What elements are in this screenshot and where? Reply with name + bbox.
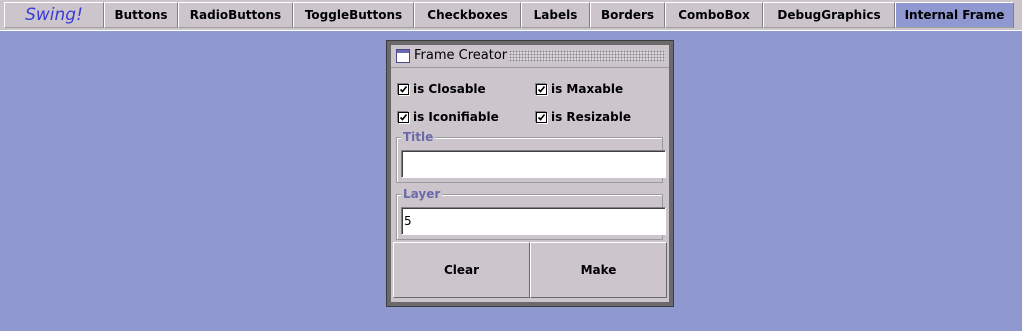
titlebar-grip	[509, 50, 665, 62]
tab-combobox[interactable]: ComboBox	[665, 2, 763, 28]
title-group-label: Title	[401, 130, 436, 144]
tab-swing[interactable]: Swing!	[4, 2, 104, 28]
iconifiable-checkbox[interactable]: is Iconifiable	[398, 109, 499, 125]
check-icon	[398, 111, 409, 123]
maxable-label: is Maxable	[551, 82, 624, 96]
check-icon	[398, 83, 409, 95]
title-input[interactable]	[401, 150, 666, 178]
internal-frame-content: Frame Creator is Closable is Maxable is …	[391, 45, 669, 302]
resizable-checkbox[interactable]: is Resizable	[536, 109, 631, 125]
internal-frame-titlebar[interactable]: Frame Creator	[391, 45, 669, 68]
layer-group-label: Layer	[401, 187, 443, 201]
maxable-checkbox[interactable]: is Maxable	[536, 81, 623, 97]
tab-borders[interactable]: Borders	[590, 2, 665, 28]
closable-checkbox[interactable]: is Closable	[398, 81, 486, 97]
tab-labels[interactable]: Labels	[521, 2, 590, 28]
tab-togglebuttons[interactable]: ToggleButtons	[293, 2, 414, 28]
tab-debuggraphics[interactable]: DebugGraphics	[763, 2, 895, 28]
tab-internal-frame[interactable]: Internal Frame	[895, 2, 1014, 28]
tab-bar: Swing! Buttons RadioButtons ToggleButton…	[0, 0, 1022, 30]
make-button[interactable]: Make	[530, 242, 667, 298]
internal-frame-title: Frame Creator	[414, 48, 508, 63]
internal-frame[interactable]: Frame Creator is Closable is Maxable is …	[386, 40, 674, 307]
check-icon	[536, 83, 547, 95]
tab-buttons[interactable]: Buttons	[104, 2, 178, 28]
clear-button[interactable]: Clear	[393, 242, 530, 298]
iconifiable-label: is Iconifiable	[413, 110, 499, 124]
layer-input[interactable]	[401, 207, 666, 235]
check-icon	[536, 111, 547, 123]
resizable-label: is Resizable	[551, 110, 631, 124]
tab-radiobuttons[interactable]: RadioButtons	[178, 2, 293, 28]
tab-checkboxes[interactable]: Checkboxes	[414, 2, 521, 28]
window-icon	[396, 48, 410, 63]
closable-label: is Closable	[413, 82, 486, 96]
